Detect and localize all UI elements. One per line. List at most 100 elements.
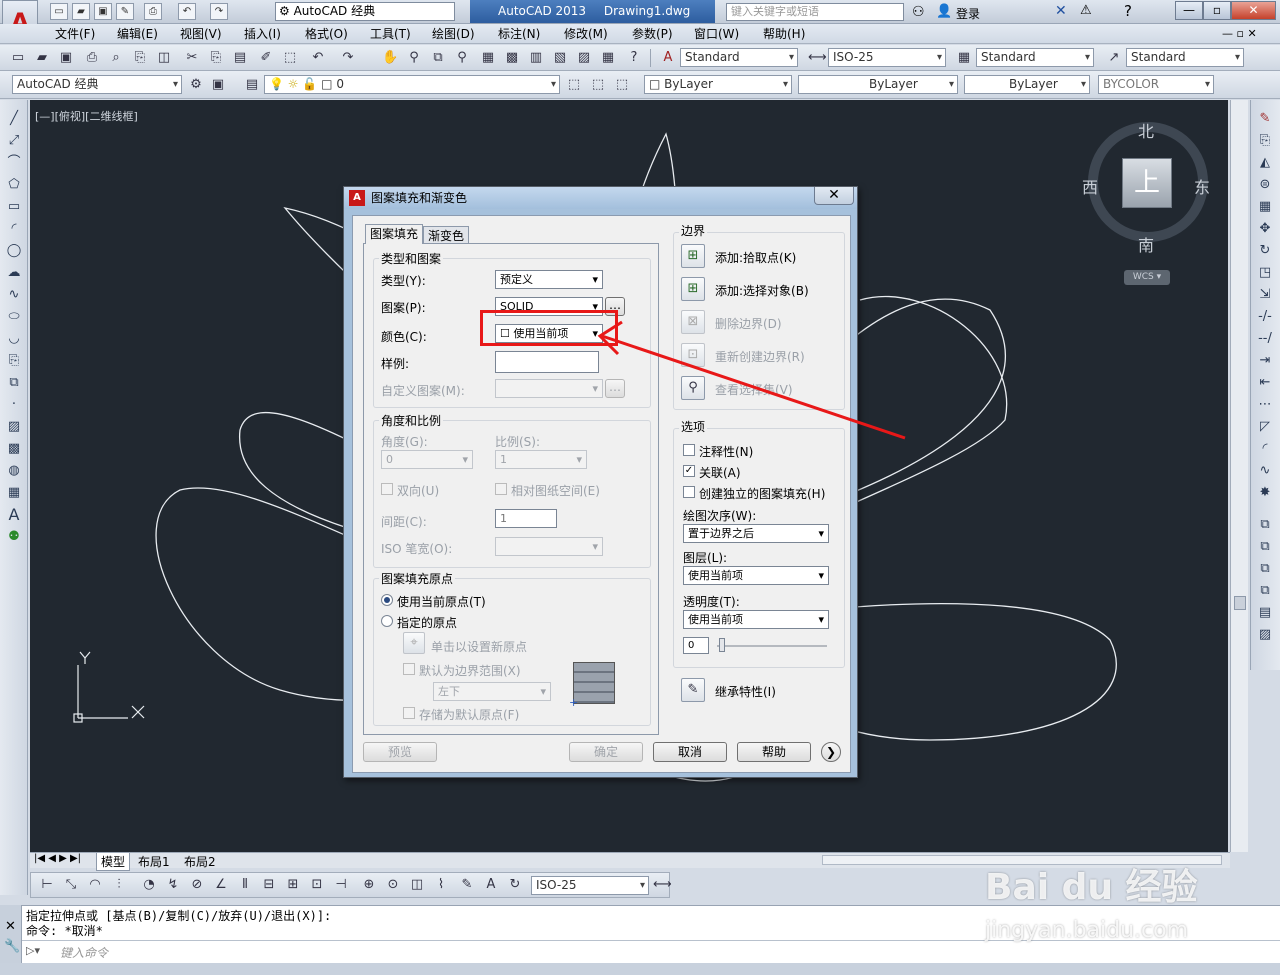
draw-order-dropdown[interactable]: 置于边界之后 bbox=[683, 524, 829, 543]
annotative-checkbox[interactable] bbox=[683, 444, 695, 456]
menu-view[interactable]: 视图(V) bbox=[180, 26, 222, 42]
make-current-layer-icon[interactable]: ⬚ bbox=[566, 77, 582, 93]
swatch-preview[interactable] bbox=[495, 351, 599, 373]
sheet-set-icon[interactable]: ▧ bbox=[552, 50, 568, 66]
double-checkbox[interactable] bbox=[381, 483, 393, 495]
undo-icon[interactable]: ↶ bbox=[310, 50, 326, 66]
menu-help[interactable]: 帮助(H) bbox=[763, 26, 805, 42]
vertical-scrollbar[interactable] bbox=[1230, 100, 1248, 852]
diameter-dim-icon[interactable]: ⊘ bbox=[189, 877, 205, 893]
dim-style-dropdown[interactable]: ISO-25 bbox=[828, 48, 946, 67]
ok-button[interactable]: 确定 bbox=[569, 742, 643, 762]
menu-parameters[interactable]: 参数(P) bbox=[632, 26, 673, 42]
remove-boundaries-button[interactable]: ⊠ bbox=[681, 310, 705, 334]
paste-icon[interactable]: ▤ bbox=[232, 50, 248, 66]
preview-button[interactable]: 预览 bbox=[363, 742, 437, 762]
ordinate-dim-icon[interactable]: ⫶ bbox=[111, 877, 127, 893]
user-icon[interactable]: 👤 bbox=[936, 4, 952, 19]
menu-insert[interactable]: 插入(I) bbox=[244, 26, 281, 42]
layer-properties-icon[interactable]: ▤ bbox=[244, 77, 260, 93]
help-button[interactable]: 帮助 bbox=[737, 742, 811, 762]
draworder-under-icon[interactable]: ⧉ bbox=[1256, 582, 1274, 600]
break-point-icon[interactable]: ⇥ bbox=[1256, 352, 1274, 370]
menu-draw[interactable]: 绘图(D) bbox=[432, 26, 475, 42]
spline-icon[interactable]: ∿ bbox=[5, 286, 23, 304]
design-center-icon[interactable]: ▩ bbox=[504, 50, 520, 66]
layer-dropdown[interactable]: 💡 ☼ 🔓 □ 0 bbox=[264, 75, 560, 94]
baseline-dim-icon[interactable]: ⊟ bbox=[261, 877, 277, 893]
point-icon[interactable]: · bbox=[5, 396, 23, 414]
binoculars-icon[interactable]: ⚇ bbox=[912, 4, 925, 20]
rectangle-icon[interactable]: ▭ bbox=[5, 198, 23, 216]
new-file-icon[interactable]: ▭ bbox=[50, 3, 68, 20]
scale-dropdown[interactable]: 1 bbox=[495, 450, 587, 469]
help-icon[interactable]: ? bbox=[1124, 2, 1132, 20]
workspace-dropdown[interactable]: ⚙ AutoCAD 经典 bbox=[275, 2, 455, 21]
hatch-back-icon[interactable]: ▨ bbox=[1256, 626, 1274, 644]
close-command-icon[interactable]: ✕ bbox=[5, 919, 16, 934]
publish-icon[interactable]: ⎘ bbox=[132, 50, 148, 66]
tolerance-icon[interactable]: ⊕ bbox=[361, 877, 377, 893]
center-mark-icon[interactable]: ⊙ bbox=[385, 877, 401, 893]
set-origin-button[interactable]: ⌖ bbox=[403, 632, 425, 654]
text-style-dropdown[interactable]: Standard bbox=[680, 48, 798, 67]
transparency-slider-thumb[interactable] bbox=[719, 638, 725, 652]
exchange-icon[interactable]: ✕ bbox=[1055, 3, 1067, 19]
view-selections-button[interactable]: ⚲ bbox=[681, 376, 705, 400]
search-input[interactable]: 键入关键字或短语 bbox=[726, 3, 904, 21]
scroll-thumb[interactable] bbox=[1234, 596, 1246, 610]
dim-update-icon[interactable]: ↻ bbox=[507, 877, 523, 893]
plot-preview-icon[interactable]: ⌕ bbox=[108, 50, 124, 66]
tab-nav-arrows-icon[interactable]: |◀ ◀ ▶ ▶| bbox=[34, 853, 81, 864]
origin-position-dropdown[interactable]: 左下 bbox=[433, 682, 551, 701]
continue-dim-icon[interactable]: ⊞ bbox=[285, 877, 301, 893]
viewcube-top-face[interactable]: 上 bbox=[1122, 158, 1172, 208]
table-style-dropdown[interactable]: Standard bbox=[976, 48, 1094, 67]
stretch-icon[interactable]: ⇲ bbox=[1256, 286, 1274, 304]
save-icon[interactable]: ▣ bbox=[94, 3, 112, 20]
login-link[interactable]: 登录 bbox=[956, 5, 980, 22]
blend-icon[interactable]: ∿ bbox=[1256, 462, 1274, 480]
layer-dropdown[interactable]: 使用当前项 bbox=[683, 566, 829, 585]
region-icon[interactable]: ◍ bbox=[5, 462, 23, 480]
block-editor-icon[interactable]: ⬚ bbox=[282, 50, 298, 66]
mirror-icon[interactable]: ◭ bbox=[1256, 154, 1274, 172]
fillet-icon[interactable]: ◜ bbox=[1256, 440, 1274, 458]
viewcube-west[interactable]: 西 bbox=[1082, 174, 1098, 198]
multileader-style-dropdown[interactable]: Standard bbox=[1126, 48, 1244, 67]
menu-min-icon[interactable]: — ▫ ✕ bbox=[1222, 26, 1257, 42]
inspection-icon[interactable]: ◫ bbox=[409, 877, 425, 893]
copy-object-icon[interactable]: ⎘ bbox=[1256, 132, 1274, 150]
workspace-settings-icon[interactable]: ⚙ bbox=[188, 77, 204, 93]
menu-window[interactable]: 窗口(W) bbox=[694, 26, 739, 42]
angular-dim-icon[interactable]: ∠ bbox=[213, 877, 229, 893]
dim-break-icon[interactable]: ⊣ bbox=[333, 877, 349, 893]
ellipse-icon[interactable]: ⬭ bbox=[5, 308, 23, 326]
explode-icon[interactable]: ✸ bbox=[1256, 484, 1274, 502]
pan-icon[interactable]: ✋ bbox=[382, 50, 398, 66]
relative-paper-checkbox[interactable] bbox=[495, 483, 507, 495]
a360-icon[interactable]: ⚠ bbox=[1080, 3, 1092, 18]
draworder-front-icon[interactable]: ⧉ bbox=[1256, 516, 1274, 534]
tab-model[interactable]: 模型 bbox=[96, 853, 131, 871]
polygon-icon[interactable]: ⬠ bbox=[5, 176, 23, 194]
linetype-dropdown[interactable]: ByLayer bbox=[798, 75, 958, 94]
save-as-icon[interactable]: ✎ bbox=[116, 3, 134, 20]
open-file-icon[interactable]: ▰ bbox=[72, 3, 90, 20]
dim-style-manager-icon[interactable]: ⟷ bbox=[653, 877, 672, 893]
plotstyle-dropdown[interactable]: BYCOLOR bbox=[1098, 75, 1214, 94]
tab-layout2[interactable]: 布局2 bbox=[180, 853, 220, 870]
transparency-amount-input[interactable]: 0 bbox=[683, 637, 709, 654]
arc-icon[interactable]: ◜ bbox=[5, 220, 23, 238]
layer-state-icon[interactable]: ⬚ bbox=[614, 77, 630, 93]
menu-format[interactable]: 格式(O) bbox=[305, 26, 348, 42]
scale-icon[interactable]: ◳ bbox=[1256, 264, 1274, 282]
spacing-input[interactable]: 1 bbox=[495, 509, 557, 528]
add-selected-icon[interactable]: ⚉ bbox=[5, 528, 23, 546]
properties-icon[interactable]: ▦ bbox=[480, 50, 496, 66]
circle-icon[interactable]: ◯ bbox=[5, 242, 23, 260]
viewcube-south[interactable]: 南 bbox=[1138, 232, 1154, 256]
extend-icon[interactable]: --/ bbox=[1256, 330, 1274, 348]
join-icon[interactable]: ⋯ bbox=[1256, 396, 1274, 414]
redo-icon[interactable]: ↷ bbox=[210, 3, 228, 20]
